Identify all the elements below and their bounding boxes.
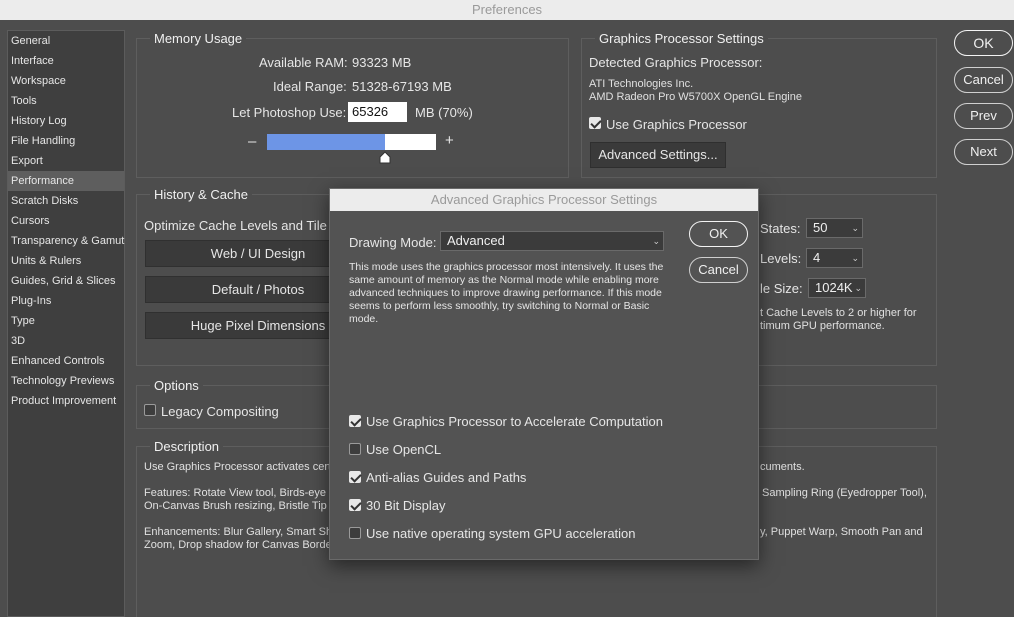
anti-alias-label: Anti-alias Guides and Paths: [366, 470, 527, 485]
history-cache-title: History & Cache: [150, 187, 252, 202]
sidebar-item-units-rulers[interactable]: Units & Rulers: [8, 251, 124, 271]
chevron-down-icon[interactable]: ⌄: [851, 219, 859, 237]
legacy-compositing-checkbox[interactable]: [144, 404, 156, 416]
prev-button[interactable]: Prev: [954, 103, 1013, 129]
slider-plus[interactable]: +: [445, 132, 454, 149]
description-line5-left: Zoom, Drop shadow for Canvas Border: [144, 539, 336, 551]
drawing-mode-value: Advanced: [447, 233, 505, 248]
sidebar-item-enhanced-controls[interactable]: Enhanced Controls: [8, 351, 124, 371]
description-line4-right: y, Puppet Warp, Smooth Pan and: [760, 526, 923, 538]
gpu-model: AMD Radeon Pro W5700X OpenGL Engine: [589, 91, 802, 103]
tile-size-value: 1024K: [815, 280, 853, 295]
sidebar-item-performance[interactable]: Performance: [8, 171, 124, 191]
legacy-compositing-label: Legacy Compositing: [161, 404, 279, 419]
memory-unit-label: MB (70%): [415, 105, 473, 120]
sidebar-item-file-handling[interactable]: File Handling: [8, 131, 124, 151]
description-line1-left: Use Graphics Processor activates cert: [144, 461, 332, 473]
advanced-gpu-settings-dialog: Advanced Graphics Processor Settings Dra…: [329, 188, 759, 560]
use-gpu-checkbox[interactable]: [589, 117, 601, 129]
preferences-sidebar: General Interface Workspace Tools Histor…: [7, 30, 125, 617]
cancel-button[interactable]: Cancel: [954, 67, 1013, 93]
gpu-settings-title: Graphics Processor Settings: [595, 31, 768, 46]
cache-levels-value: 4: [813, 250, 821, 265]
cache-note-line2: timum GPU performance.: [760, 320, 885, 332]
cache-note-line1: t Cache Levels to 2 or higher for: [760, 307, 917, 319]
drawing-mode-select[interactable]: Advanced ⌄: [440, 231, 664, 251]
memory-slider-fill: [267, 134, 386, 150]
accelerate-computation-label: Use Graphics Processor to Accelerate Com…: [366, 414, 663, 429]
dialog-cancel-button[interactable]: Cancel: [689, 257, 748, 283]
next-button[interactable]: Next: [954, 139, 1013, 165]
memory-amount-input[interactable]: 65326: [348, 102, 407, 122]
native-gpu-acceleration-label: Use native operating system GPU accelera…: [366, 526, 636, 541]
available-ram-label: Available RAM:: [259, 55, 348, 70]
gpu-vendor: ATI Technologies Inc.: [589, 78, 694, 90]
sidebar-item-history-log[interactable]: History Log: [8, 111, 124, 131]
sidebar-item-product-improvement[interactable]: Product Improvement: [8, 391, 124, 411]
advanced-settings-button[interactable]: Advanced Settings...: [590, 142, 726, 168]
available-ram-value: 93323 MB: [352, 55, 412, 70]
ok-button[interactable]: OK: [954, 30, 1013, 56]
use-opencl-checkbox[interactable]: [349, 443, 361, 455]
sidebar-item-workspace[interactable]: Workspace: [8, 71, 124, 91]
memory-usage-title: Memory Usage: [150, 31, 247, 46]
description-line3-left: On-Canvas Brush resizing, Bristle Tip P: [144, 500, 338, 512]
tile-size-field[interactable]: 1024K ⌄: [808, 278, 866, 298]
detected-gpu-label: Detected Graphics Processor:: [589, 55, 763, 70]
use-opencl-label: Use OpenCL: [366, 442, 442, 457]
sidebar-item-technology-previews[interactable]: Technology Previews: [8, 371, 124, 391]
description-line2-left: Features: Rotate View tool, Birds-eye Z: [144, 487, 336, 499]
sidebar-item-general[interactable]: General: [8, 31, 124, 51]
30-bit-display-label: 30 Bit Display: [366, 498, 446, 513]
drawing-mode-label: Drawing Mode:: [349, 235, 437, 250]
memory-slider-thumb[interactable]: [379, 151, 391, 164]
ideal-range-value: 51328-67193 MB: [352, 79, 452, 94]
optimize-cache-label: Optimize Cache Levels and Tile S: [144, 218, 340, 233]
options-title: Options: [150, 378, 203, 393]
window-title: Preferences: [0, 0, 1014, 20]
tile-size-label: le Size:: [760, 281, 803, 296]
sidebar-item-tools[interactable]: Tools: [8, 91, 124, 111]
history-states-field[interactable]: 50 ⌄: [806, 218, 863, 238]
history-states-value: 50: [813, 220, 828, 235]
ideal-range-label: Ideal Range:: [273, 79, 347, 94]
slider-minus[interactable]: –: [248, 133, 256, 150]
sidebar-item-plug-ins[interactable]: Plug-Ins: [8, 291, 124, 311]
description-line1-right: cuments.: [760, 461, 805, 473]
accelerate-computation-checkbox[interactable]: [349, 415, 361, 427]
history-states-label: States:: [760, 221, 801, 236]
sidebar-item-3d[interactable]: 3D: [8, 331, 124, 351]
native-gpu-acceleration-checkbox[interactable]: [349, 527, 361, 539]
memory-slider[interactable]: [267, 134, 436, 150]
sidebar-item-transparency-gamut[interactable]: Transparency & Gamut: [8, 231, 124, 251]
chevron-down-icon: ⌄: [652, 236, 660, 246]
description-line4-left: Enhancements: Blur Gallery, Smart Sha: [144, 526, 339, 538]
30-bit-display-checkbox[interactable]: [349, 499, 361, 511]
anti-alias-checkbox[interactable]: [349, 471, 361, 483]
description-line2-right: Sampling Ring (Eyedropper Tool),: [762, 487, 927, 499]
cache-levels-label: Levels:: [760, 251, 802, 266]
dialog-title: Advanced Graphics Processor Settings: [330, 189, 758, 211]
chevron-down-icon[interactable]: ⌄: [854, 279, 862, 297]
sidebar-item-guides-grid-slices[interactable]: Guides, Grid & Slices: [8, 271, 124, 291]
drawing-mode-description: This mode uses the graphics processor mo…: [349, 261, 664, 325]
sidebar-item-scratch-disks[interactable]: Scratch Disks: [8, 191, 124, 211]
description-title: Description: [150, 439, 224, 454]
sidebar-item-interface[interactable]: Interface: [8, 51, 124, 71]
chevron-down-icon[interactable]: ⌄: [851, 249, 859, 267]
let-photoshop-use-label: Let Photoshop Use:: [232, 105, 347, 120]
dialog-ok-button[interactable]: OK: [689, 221, 748, 247]
cache-levels-field[interactable]: 4 ⌄: [806, 248, 863, 268]
sidebar-item-cursors[interactable]: Cursors: [8, 211, 124, 231]
sidebar-item-export[interactable]: Export: [8, 151, 124, 171]
sidebar-item-type[interactable]: Type: [8, 311, 124, 331]
use-gpu-label: Use Graphics Processor: [606, 117, 747, 132]
